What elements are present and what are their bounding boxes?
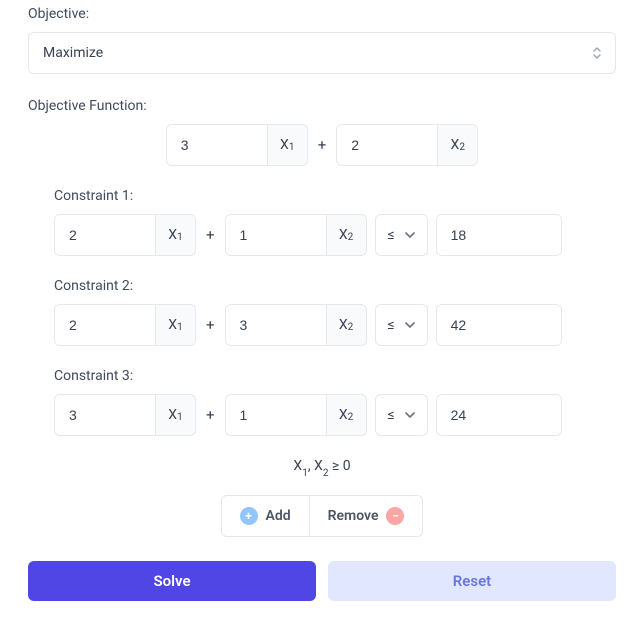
coeff-input-wrap: X1 (166, 124, 308, 166)
coeff-input[interactable] (55, 305, 155, 345)
coeff-input[interactable] (226, 305, 326, 345)
constraint-label: Constraint 1: (54, 188, 616, 204)
coeff-input[interactable] (55, 215, 155, 255)
coeff-input-wrap: X2 (225, 304, 367, 346)
operator-value: ≤ (388, 407, 395, 423)
chevron-down-icon (405, 232, 415, 238)
plus-sign: + (204, 406, 217, 424)
remove-button-label: Remove (328, 508, 379, 524)
chevron-down-icon (405, 412, 415, 418)
plus-sign: + (316, 136, 329, 154)
chevron-down-icon (405, 322, 415, 328)
operator-select[interactable]: ≤ (375, 304, 428, 346)
remove-button[interactable]: Remove − (309, 496, 423, 536)
plus-sign: + (204, 316, 217, 334)
objective-function-label: Objective Function: (28, 98, 616, 114)
solve-button[interactable]: Solve (28, 561, 316, 601)
operator-select[interactable]: ≤ (375, 394, 428, 436)
objective-label: Objective: (28, 6, 616, 22)
rhs-input-wrap (436, 214, 562, 256)
coeff-input[interactable] (226, 215, 326, 255)
operator-value: ≤ (388, 317, 395, 333)
coeff-input-wrap: X2 (336, 124, 478, 166)
constraint-label: Constraint 3: (54, 368, 616, 384)
coeff-input-wrap: X1 (54, 304, 196, 346)
rhs-input[interactable] (437, 305, 561, 345)
operator-value: ≤ (388, 227, 395, 243)
coeff-input[interactable] (337, 125, 437, 165)
variable-badge: X1 (155, 395, 195, 435)
rhs-input[interactable] (437, 215, 561, 255)
plus-circle-icon: + (240, 507, 258, 525)
rhs-input-wrap (436, 394, 562, 436)
coeff-input-wrap: X1 (54, 394, 196, 436)
rhs-input-wrap (436, 304, 562, 346)
variable-badge: X1 (267, 125, 307, 165)
nonnegativity-text: X1, X2 ≥ 0 (28, 458, 616, 477)
variable-badge: X2 (437, 125, 477, 165)
plus-sign: + (204, 226, 217, 244)
variable-badge: X2 (326, 395, 366, 435)
select-chevrons-icon (593, 47, 601, 59)
coeff-input-wrap: X2 (225, 394, 367, 436)
variable-badge: X1 (155, 305, 195, 345)
add-button-label: Add (266, 508, 291, 524)
objective-select[interactable]: Maximize (28, 32, 616, 74)
reset-button[interactable]: Reset (328, 561, 616, 601)
objective-select-value: Maximize (43, 45, 103, 61)
rhs-input[interactable] (437, 395, 561, 435)
variable-badge: X1 (155, 215, 195, 255)
coeff-input[interactable] (167, 125, 267, 165)
minus-circle-icon: − (386, 507, 404, 525)
add-remove-group: + Add Remove − (221, 495, 424, 537)
operator-select[interactable]: ≤ (375, 214, 428, 256)
coeff-input[interactable] (226, 395, 326, 435)
constraint-label: Constraint 2: (54, 278, 616, 294)
variable-badge: X2 (326, 305, 366, 345)
add-button[interactable]: + Add (222, 496, 309, 536)
variable-badge: X2 (326, 215, 366, 255)
coeff-input-wrap: X2 (225, 214, 367, 256)
coeff-input[interactable] (55, 395, 155, 435)
coeff-input-wrap: X1 (54, 214, 196, 256)
